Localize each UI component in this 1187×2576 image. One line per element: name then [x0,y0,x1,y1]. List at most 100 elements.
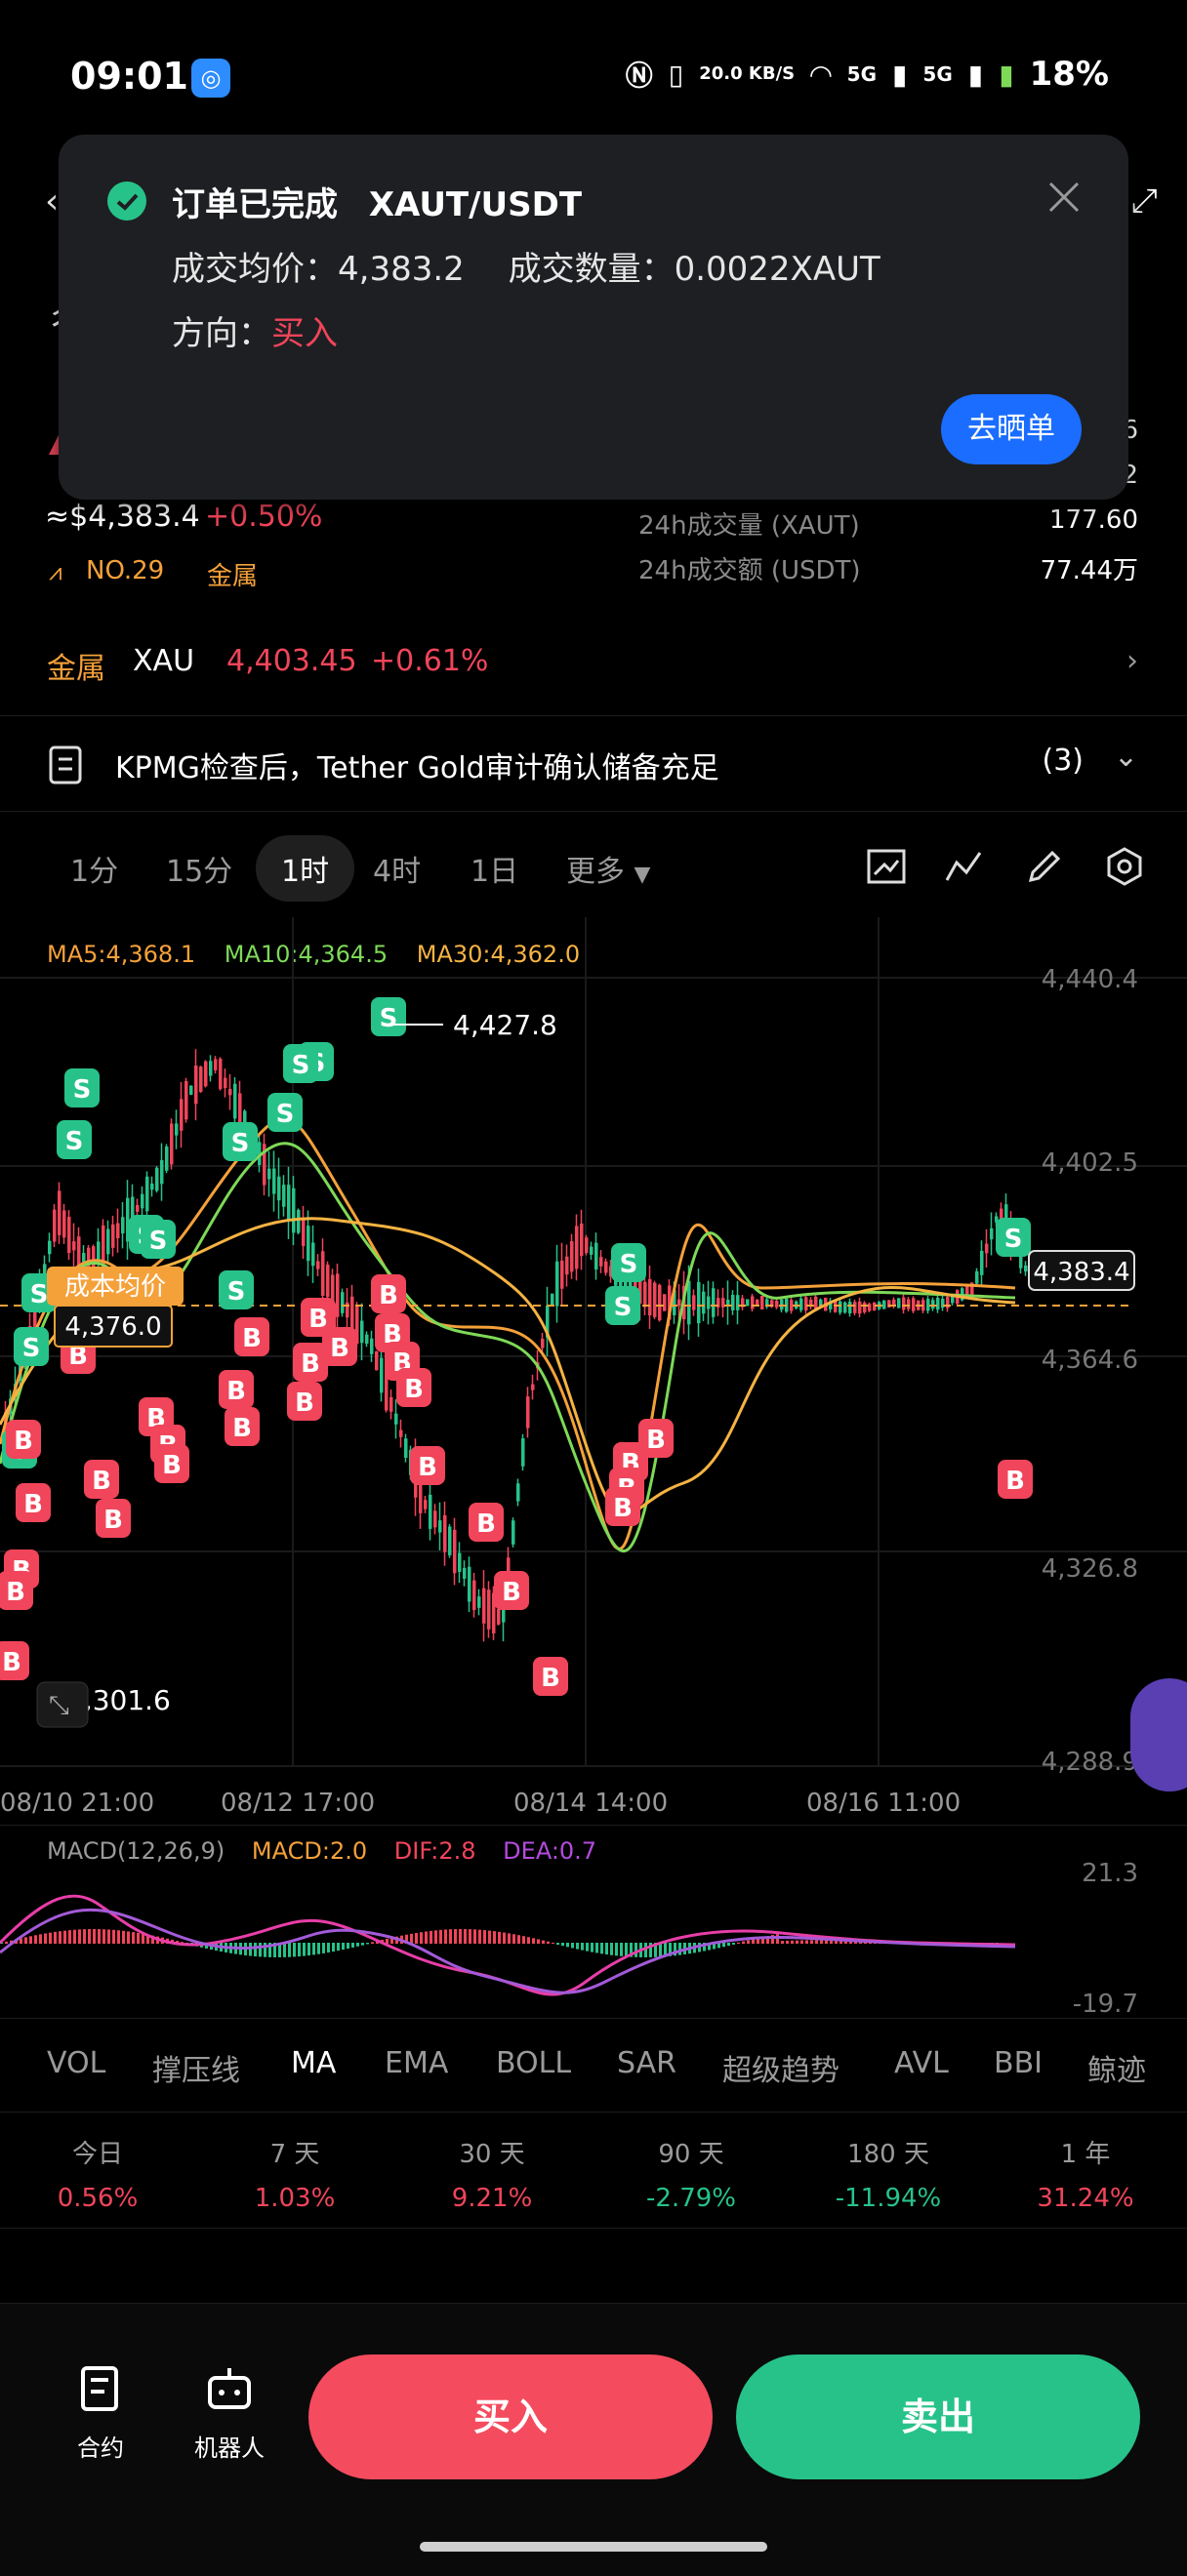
buy-marker: B [6,1420,41,1459]
macd-bar [127,1931,130,1944]
candle [746,1299,750,1307]
ind-bbi[interactable]: BBI [994,2046,1043,2080]
chevron-down-icon[interactable]: ⌄ [1114,740,1138,774]
candle [453,1529,457,1574]
ind-vol[interactable]: VOL [47,2046,105,2080]
back-icon[interactable]: ‹ [45,181,59,221]
robot-button[interactable]: 机器人 [176,2364,283,2463]
ind-whale[interactable]: 鲸迹 [1087,2046,1146,2089]
direction-value: 买入 [271,314,338,353]
buy-marker: B [371,1274,406,1313]
candle [316,1261,320,1269]
macd-bar [552,1942,554,1944]
tab-more[interactable]: 更多 ▼ [566,847,650,890]
buy-marker: B [638,1419,674,1458]
macd-bar [78,1929,81,1944]
ind-ma[interactable]: MA [291,2046,336,2080]
settings-icon[interactable] [1103,845,1146,888]
metal-price: 4,403.45 [226,644,357,678]
macd-bar [810,1940,813,1944]
macd-panel: MACD(12,26,9) MACD:2.0 DIF:2.8 DEA:0.7 2… [0,1825,1187,2020]
macd-value: MACD:2.0 [251,1837,368,1865]
perf-7d: 7 天 1.03% [254,2140,336,2213]
reset-zoom-glyph: ⤡ [49,1691,69,1720]
buy-marker: B [154,1444,189,1483]
svg-text:B: B [295,1389,314,1418]
candle [341,1292,345,1313]
home-indicator[interactable] [420,2542,767,2552]
chart-fullscreen-icon[interactable] [865,845,908,888]
macd-bar [29,1936,32,1944]
tab-4h[interactable]: 4时 [373,847,421,890]
macd-bar [39,1934,42,1944]
buy-button[interactable]: 买入 [308,2355,713,2479]
candle [575,1226,579,1269]
svg-text:B: B [613,1494,633,1523]
candle [67,1217,71,1254]
buy-marker: B [16,1483,51,1522]
macd-bar [361,1943,364,1946]
buy-marker: B [494,1571,529,1610]
candle [136,1204,140,1212]
candle [853,1302,857,1313]
candle [360,1320,364,1344]
rank-label[interactable]: NO.29 [86,556,164,585]
candle [585,1237,589,1254]
nfc-icon: Ⓝ [625,60,653,92]
candle [897,1298,901,1308]
macd-bar [815,1940,818,1944]
indicator-icon[interactable] [943,845,986,888]
performance-row: 今日 0.56% 7 天 1.03% 30 天 9.21% 90 天 -2.79% 18… [0,2112,1187,2229]
news-row[interactable]: KPMG检查后，Tether Gold审计确认储备充足 (3) ⌄ [0,718,1187,812]
candle [62,1210,66,1238]
candle [487,1590,491,1630]
tab-1m[interactable]: 1分 [70,847,118,890]
candle [555,1261,559,1307]
ind-avl[interactable]: AVL [894,2046,949,2080]
candle [272,1168,276,1194]
candle [458,1552,462,1572]
macd-bar [820,1940,823,1944]
candle [590,1246,594,1255]
high-marker: 4,427.8 [453,1009,557,1041]
ind-sar[interactable]: SAR [617,2046,676,2080]
candle [194,1066,198,1105]
tab-1d[interactable]: 1日 [471,847,518,890]
candle [121,1217,125,1234]
draw-pen-icon[interactable] [1023,845,1066,888]
macd-bar [68,1930,71,1944]
macd-bar [620,1943,623,1956]
related-metal-row[interactable]: 金属 XAU 4,403.45 +0.61% › [0,615,1187,716]
category-label[interactable]: 金属 [207,556,258,592]
candle [238,1093,242,1128]
candle [560,1260,564,1289]
share-order-button[interactable]: 去晒单 [941,394,1082,464]
candle [482,1588,486,1624]
close-icon[interactable] [1044,178,1084,217]
ind-ema[interactable]: EMA [385,2046,448,2080]
ind-boll[interactable]: BOLL [496,2046,571,2080]
macd-bar [425,1931,428,1944]
candle [902,1297,906,1310]
candle [985,1243,989,1254]
macd-bar [73,1929,76,1944]
svg-text:S: S [380,1004,398,1033]
macd-bar [337,1943,340,1952]
macd-bar [356,1943,359,1947]
ind-supertrend[interactable]: 超级趋势 [722,2046,839,2089]
contract-button[interactable]: 合约 [47,2364,154,2463]
ind-support[interactable]: 撑压线 [152,2046,240,2089]
macd-bar [473,1929,476,1944]
tab-15m[interactable]: 15分 [166,847,232,890]
candle [302,1218,306,1247]
macd-bar [5,1941,8,1944]
macd-bar [512,1934,515,1944]
tab-1h[interactable]: 1时 [256,835,355,902]
assistant-bubble[interactable] [1130,1678,1187,1791]
macd-bar [259,1943,262,1957]
candle [731,1295,735,1310]
candle [751,1296,755,1309]
buy-marker: B [410,1446,445,1485]
sell-button[interactable]: 卖出 [736,2355,1140,2479]
expand-icon[interactable]: ⤢ [1131,181,1158,221]
